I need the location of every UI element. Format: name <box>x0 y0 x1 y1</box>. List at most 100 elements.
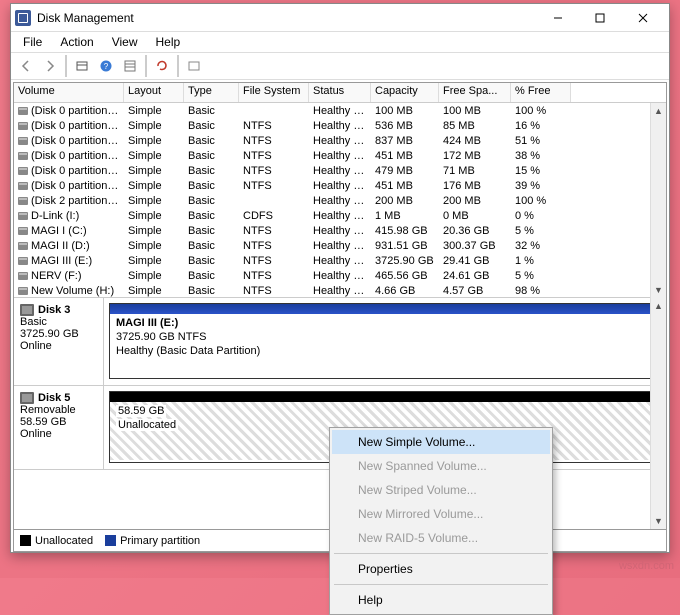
toolbar: ? <box>11 52 669 80</box>
table-row[interactable]: MAGI I (C:)SimpleBasicNTFSHealthy (B...4… <box>14 223 666 238</box>
legend-unallocated: Unallocated <box>35 535 93 547</box>
disk5-part-size: 58.59 GB <box>118 405 164 417</box>
close-button[interactable] <box>621 5 665 31</box>
col-filesystem[interactable]: File System <box>239 83 309 102</box>
col-type[interactable]: Type <box>184 83 239 102</box>
volume-icon <box>18 272 28 280</box>
disk-icon <box>20 304 34 316</box>
table-row[interactable]: D-Link (I:)SimpleBasicCDFSHealthy (P...1… <box>14 208 666 223</box>
volume-icon <box>18 242 28 250</box>
legend-primary: Primary partition <box>120 535 200 547</box>
watermark: wsxdn.com <box>619 560 674 572</box>
menu-new-spanned-volume: New Spanned Volume... <box>332 454 550 478</box>
back-button[interactable] <box>15 55 37 77</box>
disk3-body: MAGI III (E:) 3725.90 GB NTFS Healthy (B… <box>104 298 666 385</box>
partition-bar-primary <box>110 304 660 314</box>
table-row[interactable]: (Disk 0 partition 8)SimpleBasicNTFSHealt… <box>14 148 666 163</box>
disk5-size: 58.59 GB <box>20 416 97 428</box>
menu-new-striped-volume: New Striped Volume... <box>332 478 550 502</box>
table-row[interactable]: (Disk 0 partition 2)SimpleBasicHealthy (… <box>14 103 666 118</box>
separator <box>65 55 67 77</box>
disk3-partition[interactable]: MAGI III (E:) 3725.90 GB NTFS Healthy (B… <box>109 303 661 379</box>
show-hide-button[interactable] <box>71 55 93 77</box>
separator <box>145 55 147 77</box>
scroll-up-icon[interactable]: ▲ <box>651 298 666 314</box>
table-row[interactable]: (Disk 0 partition 6)SimpleBasicNTFSHealt… <box>14 133 666 148</box>
context-menu: New Simple Volume... New Spanned Volume.… <box>329 427 553 615</box>
svg-text:?: ? <box>104 62 109 71</box>
disk3-part-name: MAGI III (E:) <box>116 317 178 329</box>
table-row[interactable]: NERV (F:)SimpleBasicNTFSHealthy (B...465… <box>14 268 666 283</box>
titlebar[interactable]: Disk Management <box>11 4 669 32</box>
menu-file[interactable]: File <box>15 34 50 50</box>
disk-scrollbar[interactable]: ▲ ▼ <box>650 298 666 529</box>
table-row[interactable]: New Volume (H:)SimpleBasicNTFSHealthy (B… <box>14 283 666 298</box>
volume-icon <box>18 107 28 115</box>
volume-icon <box>18 212 28 220</box>
volume-icon <box>18 137 28 145</box>
column-headers: Volume Layout Type File System Status Ca… <box>14 83 666 103</box>
menu-separator <box>334 584 548 585</box>
maximize-button[interactable] <box>579 5 621 31</box>
disk3-type: Basic <box>20 316 97 328</box>
disk3-label[interactable]: Disk 3 Basic 3725.90 GB Online <box>14 298 104 385</box>
table-row[interactable]: MAGI II (D:)SimpleBasicNTFSHealthy (B...… <box>14 238 666 253</box>
menu-new-simple-volume[interactable]: New Simple Volume... <box>332 430 550 454</box>
partition-bar-unallocated <box>110 392 660 402</box>
disk5-name: Disk 5 <box>38 392 70 404</box>
scroll-down-icon[interactable]: ▼ <box>651 513 666 529</box>
swatch-unallocated <box>20 535 31 546</box>
volume-icon <box>18 152 28 160</box>
col-freespace[interactable]: Free Spa... <box>439 83 511 102</box>
volume-rows[interactable]: (Disk 0 partition 2)SimpleBasicHealthy (… <box>14 103 666 298</box>
disk3-size: 3725.90 GB <box>20 328 97 340</box>
menu-new-raid5-volume: New RAID-5 Volume... <box>332 526 550 550</box>
volume-icon <box>18 167 28 175</box>
disk3-part-status: Healthy (Basic Data Partition) <box>116 345 260 357</box>
disk3-name: Disk 3 <box>38 304 70 316</box>
disk-row-3: Disk 3 Basic 3725.90 GB Online MAGI III … <box>14 298 666 386</box>
col-volume[interactable]: Volume <box>14 83 124 102</box>
col-layout[interactable]: Layout <box>124 83 184 102</box>
menu-properties[interactable]: Properties <box>332 557 550 581</box>
forward-button[interactable] <box>39 55 61 77</box>
swatch-primary <box>105 535 116 546</box>
disk3-status: Online <box>20 340 97 352</box>
settings-button[interactable] <box>119 55 141 77</box>
volume-icon <box>18 227 28 235</box>
disk5-status: Online <box>20 428 97 440</box>
menubar: File Action View Help <box>11 32 669 52</box>
col-status[interactable]: Status <box>309 83 371 102</box>
volume-list: Volume Layout Type File System Status Ca… <box>14 83 666 298</box>
scroll-down-icon[interactable]: ▼ <box>651 282 666 298</box>
disk5-part-status: Unallocated <box>118 419 176 431</box>
table-row[interactable]: (Disk 0 partition 9)SimpleBasicNTFSHealt… <box>14 163 666 178</box>
app-icon <box>15 10 31 26</box>
col-pctfree[interactable]: % Free <box>511 83 571 102</box>
help-button[interactable]: ? <box>95 55 117 77</box>
refresh-button[interactable] <box>151 55 173 77</box>
volume-icon <box>18 182 28 190</box>
table-row[interactable]: (Disk 0 partition 10)SimpleBasicNTFSHeal… <box>14 178 666 193</box>
volume-scrollbar[interactable]: ▲ ▼ <box>650 103 666 298</box>
table-row[interactable]: MAGI III (E:)SimpleBasicNTFSHealthy (P..… <box>14 253 666 268</box>
scroll-up-icon[interactable]: ▲ <box>651 103 666 119</box>
menu-separator <box>334 553 548 554</box>
list-view-button[interactable] <box>183 55 205 77</box>
volume-icon <box>18 287 28 295</box>
volume-icon <box>18 257 28 265</box>
volume-icon <box>18 122 28 130</box>
window-title: Disk Management <box>37 11 537 25</box>
menu-help[interactable]: Help <box>332 588 550 612</box>
separator <box>177 55 179 77</box>
col-capacity[interactable]: Capacity <box>371 83 439 102</box>
disk5-type: Removable <box>20 404 97 416</box>
disk3-part-size: 3725.90 GB NTFS <box>116 331 207 343</box>
menu-action[interactable]: Action <box>52 34 101 50</box>
disk5-label[interactable]: Disk 5 Removable 58.59 GB Online <box>14 386 104 469</box>
table-row[interactable]: (Disk 2 partition 1)SimpleBasicHealthy (… <box>14 193 666 208</box>
minimize-button[interactable] <box>537 5 579 31</box>
menu-help[interactable]: Help <box>148 34 189 50</box>
table-row[interactable]: (Disk 0 partition 5)SimpleBasicNTFSHealt… <box>14 118 666 133</box>
menu-view[interactable]: View <box>104 34 146 50</box>
